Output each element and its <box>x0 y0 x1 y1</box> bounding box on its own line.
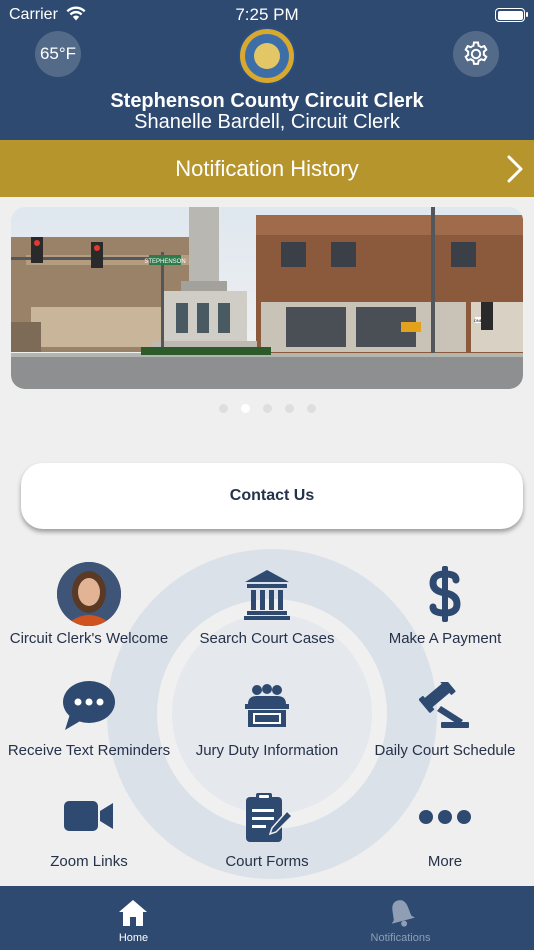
bell-icon <box>391 900 415 927</box>
circuit-clerk-welcome-tile[interactable]: Circuit Clerk's Welcome <box>0 560 178 660</box>
battery-icon <box>495 8 528 22</box>
dollar-icon <box>429 566 461 622</box>
tab-home[interactable]: Home <box>0 886 267 950</box>
county-seal-logo <box>238 27 296 85</box>
tile-label: Circuit Clerk's Welcome <box>9 630 169 647</box>
tile-label: Daily Court Schedule <box>374 742 516 759</box>
page-title: Stephenson County Circuit Clerk <box>110 90 424 112</box>
tile-label: Receive Text Reminders <box>7 742 171 759</box>
clipboard-icon <box>246 793 293 842</box>
gavel-icon <box>419 682 469 728</box>
tile-label: More <box>427 853 463 870</box>
zoom-links-tile[interactable]: Zoom Links <box>0 783 178 883</box>
app-header: Carrier 7:25 PM 65°F Stephenson County C… <box>0 0 534 140</box>
tile-label: Zoom Links <box>50 853 128 870</box>
carousel-dot-active[interactable] <box>240 404 250 413</box>
tile-label: Search Court Cases <box>199 630 335 647</box>
carousel-dot[interactable] <box>306 404 316 413</box>
carousel-dot[interactable] <box>262 404 272 413</box>
courthouse-photo-carousel[interactable]: STEPHENSON ONE WAY <box>11 207 523 389</box>
tab-notifications-label: Notifications <box>370 932 431 944</box>
page-subtitle: Shanelle Bardell, Circuit Clerk <box>134 111 400 133</box>
video-camera-icon <box>64 801 113 831</box>
tab-home-label: Home <box>118 932 149 944</box>
tile-label: Make A Payment <box>388 630 502 647</box>
more-tile[interactable]: More <box>356 783 534 883</box>
more-dots-icon <box>419 810 471 824</box>
search-court-cases-tile[interactable]: Search Court Cases <box>178 560 356 660</box>
chevron-right-icon <box>507 155 523 183</box>
courthouse-icon <box>244 570 290 620</box>
status-time: 7:25 PM <box>235 5 299 24</box>
make-a-payment-tile[interactable]: Make A Payment <box>356 560 534 660</box>
jury-duty-information-tile[interactable]: Jury Duty Information <box>178 672 356 772</box>
courthouse-photo: STEPHENSON ONE WAY <box>11 207 523 389</box>
tile-label: Court Forms <box>225 853 309 870</box>
jury-box-icon <box>245 684 289 727</box>
daily-court-schedule-tile[interactable]: Daily Court Schedule <box>356 672 534 772</box>
court-forms-tile[interactable]: Court Forms <box>178 783 356 883</box>
settings-button[interactable] <box>453 31 499 77</box>
status-bar: Carrier 7:25 PM <box>0 4 534 26</box>
notification-history-label: Notification History <box>175 156 359 181</box>
weather-temperature-button[interactable]: 65°F <box>35 31 81 77</box>
home-icon <box>119 900 147 926</box>
tab-notifications[interactable]: Notifications <box>267 886 534 950</box>
clerk-photo-avatar <box>57 562 121 626</box>
carousel-page-indicator[interactable] <box>0 404 534 413</box>
bottom-tab-bar: Home Notifications <box>0 886 534 950</box>
carousel-dot[interactable] <box>284 404 294 413</box>
carousel-dot[interactable] <box>218 404 228 413</box>
notification-history-bar[interactable]: Notification History <box>0 140 534 197</box>
contact-us-button[interactable]: Contact Us <box>21 463 523 529</box>
tile-label: Jury Duty Information <box>195 742 339 759</box>
gear-icon <box>464 41 488 65</box>
chat-bubble-icon <box>63 681 115 730</box>
receive-text-reminders-tile[interactable]: Receive Text Reminders <box>0 672 178 772</box>
street-sign-label: STEPHENSON <box>144 259 185 265</box>
